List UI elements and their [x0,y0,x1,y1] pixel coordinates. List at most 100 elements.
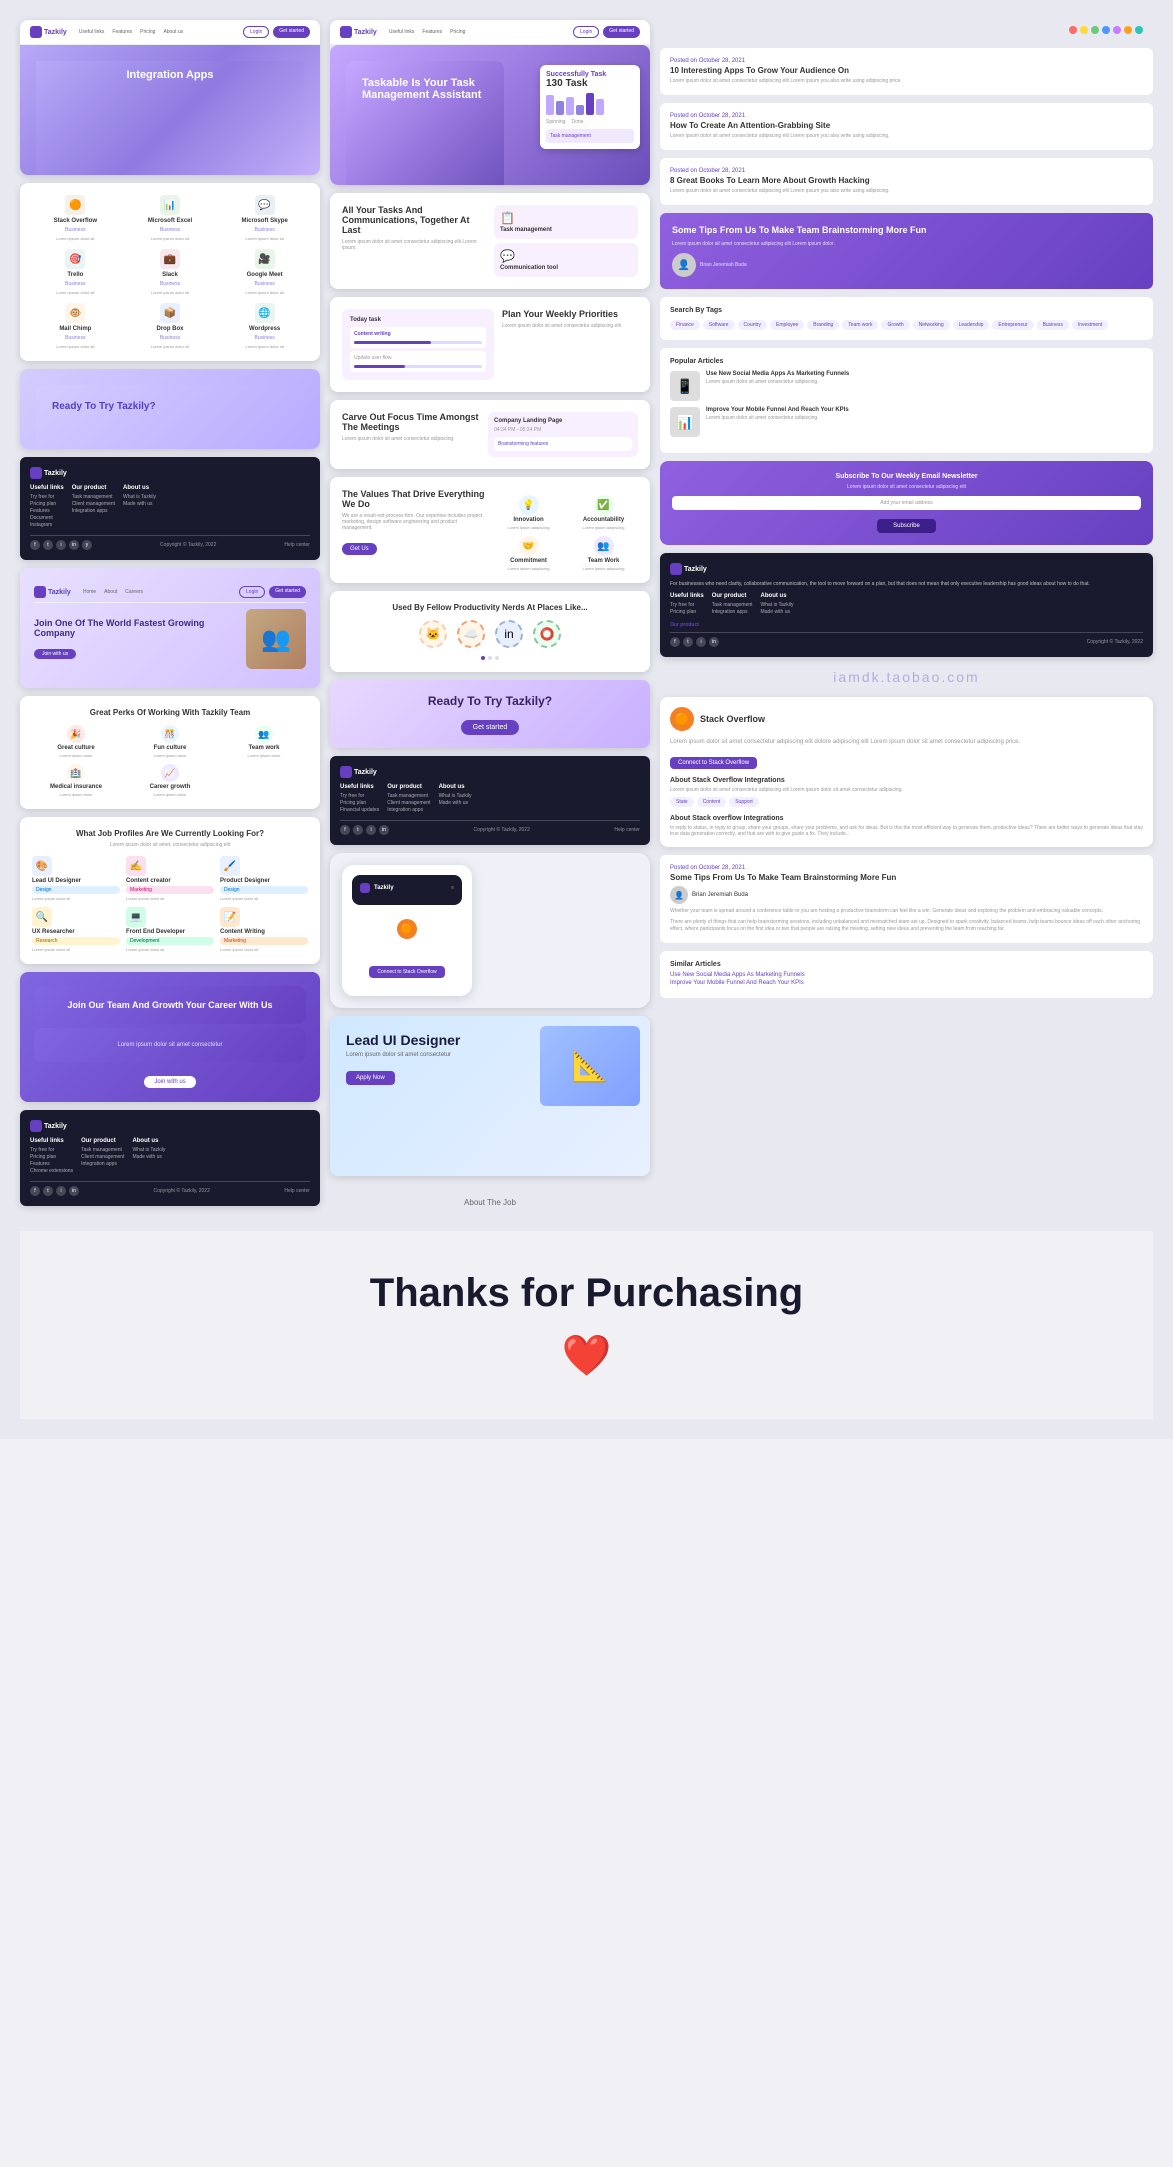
help-link-3[interactable]: Help center [614,827,640,833]
footer-link-2[interactable]: Pricing plan [30,501,64,507]
brainstorm-author-row: 👤 Brian Jeremiah Buda [670,886,1143,904]
so-about2-title: About Stack overflow Integrations [670,815,1143,822]
tag-branding[interactable]: Branding [807,320,839,330]
mock-started-btn[interactable]: Get started [273,26,310,38]
tag-employee[interactable]: Employee [770,320,804,330]
footer-product-2[interactable]: Client management [72,501,115,507]
twitter-icon[interactable]: t [43,540,53,550]
subscribe-btn[interactable]: Subscribe [877,519,936,533]
stackoverflow-name: Stack Overflow [54,218,97,224]
mobile-menu-icon[interactable]: ≡ [451,885,454,891]
trello-icon: 🎯 [65,249,85,269]
join-us-btn[interactable]: Join with us [34,649,76,659]
popular-img-2: 📊 [670,407,700,437]
careers-login-btn[interactable]: Login [239,586,265,598]
tw-icon-2[interactable]: t [43,1186,53,1196]
stackoverflow-type: Business [65,227,85,233]
li-icon-3[interactable]: in [379,825,389,835]
footer-link-3[interactable]: Features [30,508,64,514]
mobile-connect-btn[interactable]: Connect to Stack Overflow [369,966,444,978]
footer-product-3[interactable]: Integration apps [72,508,115,514]
instagram-icon[interactable]: i [56,540,66,550]
so-tag-state[interactable]: State [670,797,694,807]
tag-finance[interactable]: Finance [670,320,700,330]
logos-title: Used By Fellow Productivity Nerds At Pla… [342,603,638,612]
mock-login-btn[interactable]: Login [243,26,269,38]
ux-researcher-icon: 🔍 [32,907,52,927]
task-login-btn[interactable]: Login [573,26,599,38]
tag-growth[interactable]: Growth [881,320,909,330]
integration-grid: 🟠 Stack Overflow Business Lorem ipsum do… [20,183,320,361]
perk-fun-name: Fun culture [154,745,187,751]
iamdk-watermark: iamdk.taobao.com [660,665,1153,689]
content-creator-title: Content creator [126,878,214,884]
perks-section: Great Perks Of Working With Tazkily Team… [20,696,320,809]
brainstorm-author-name: Brian Jeremiah Buda [692,892,748,898]
tag-teamwork[interactable]: Team work [842,320,878,330]
task-started-btn[interactable]: Get started [603,26,640,38]
job-content-creator: ✍️ Content creator Marketing Lorem ipsum… [126,856,214,901]
popular-title: Popular Articles [670,358,1143,365]
ig-icon-right[interactable]: i [696,637,706,647]
content-writing-icon: 📝 [220,907,240,927]
youtube-icon[interactable]: y [82,540,92,550]
dot-green [1091,26,1099,34]
schedule-title: Company Landing Page [494,418,632,424]
footer-link-5[interactable]: Instagram [30,522,64,528]
tag-networking[interactable]: Networking [913,320,950,330]
so-tag-support[interactable]: Support [729,797,759,807]
tag-investment[interactable]: Investment [1072,320,1108,330]
similar-link-2[interactable]: Improve Your Mobile Funnel And Reach You… [670,980,1143,986]
footer-link-4[interactable]: Document [30,515,64,521]
integration-title: Integration Apps [36,61,304,175]
ig-icon-3[interactable]: i [366,825,376,835]
linkedin-icon[interactable]: in [69,540,79,550]
dot-orange [1124,26,1132,34]
so-tag-content[interactable]: Content [697,797,727,807]
weekly-text: Plan Your Weekly Priorities Lorem ipsum … [502,309,638,380]
footer-about-1[interactable]: What is Tazkily [123,494,156,500]
li-icon-right[interactable]: in [709,637,719,647]
tag-software[interactable]: Software [703,320,735,330]
tw-icon-right[interactable]: t [683,637,693,647]
perks-title: Great Perks Of Working With Tazkily Team [32,708,308,717]
lead-ui-mockup-btn[interactable]: Apply Now [346,1071,395,1085]
footer-product-1[interactable]: Task management [72,494,115,500]
fb-icon-3[interactable]: f [340,825,350,835]
excel-icon: 📊 [160,195,180,215]
meet-desc: Lorem ipsum dolor sit [246,290,284,295]
li-icon-2[interactable]: in [69,1186,79,1196]
product-designer-desc: Lorem ipsum dolor sit [220,896,308,901]
tag-country[interactable]: Country [738,320,768,330]
tag-leadership[interactable]: Leadership [953,320,990,330]
ready-bottom-btn[interactable]: Get started [461,720,520,735]
ig-icon-2[interactable]: i [56,1186,66,1196]
brainstorm-author-avatar: 👤 [670,886,688,904]
wordpress-type: Business [255,335,275,341]
so-connect-btn[interactable]: Connect to Stack Overflow [670,757,757,769]
help-link-1[interactable]: Help center [284,542,310,548]
tw-icon-3[interactable]: t [353,825,363,835]
footer-product-3: Our product [387,784,430,790]
tag-business[interactable]: Business [1037,320,1069,330]
footer-logo-3: Tazkily [340,766,640,778]
task-hero-card: Successfully Task 130 Task Spinning [540,65,640,149]
tag-entrepreneur[interactable]: Entrepreneur [992,320,1033,330]
fb-icon-2[interactable]: f [30,1186,40,1196]
perk-medical: 🏥 Medical insurance Lorem ipsum dolor [32,764,120,797]
facebook-icon[interactable]: f [30,540,40,550]
fb-icon-right[interactable]: f [670,637,680,647]
similar-link-1[interactable]: Use New Social Media Apps As Marketing F… [670,972,1143,978]
help-link-2[interactable]: Help center [284,1188,310,1194]
footer-top-right: Useful links Try free for Pricing plan O… [670,593,1143,616]
subscribe-input[interactable]: Add your email address [672,496,1141,510]
values-btn[interactable]: Get Us [342,543,377,555]
today-card: Today task Content writing Update user f… [342,309,494,380]
footer-about-2[interactable]: Made with us [123,501,156,507]
mobile-main: 🟠 Stack Overflow Lorem ipsum dolor sit a… [352,911,462,986]
join-cta-btn[interactable]: Join with us [144,1076,195,1088]
brainstorm-article: Posted on October 28, 2021 Some Tips Fro… [660,855,1153,943]
footer-link-1[interactable]: Try free for [30,494,64,500]
commitment-desc: Lorem ipsum adipiscing [507,566,549,571]
careers-started-btn[interactable]: Get started [269,586,306,598]
